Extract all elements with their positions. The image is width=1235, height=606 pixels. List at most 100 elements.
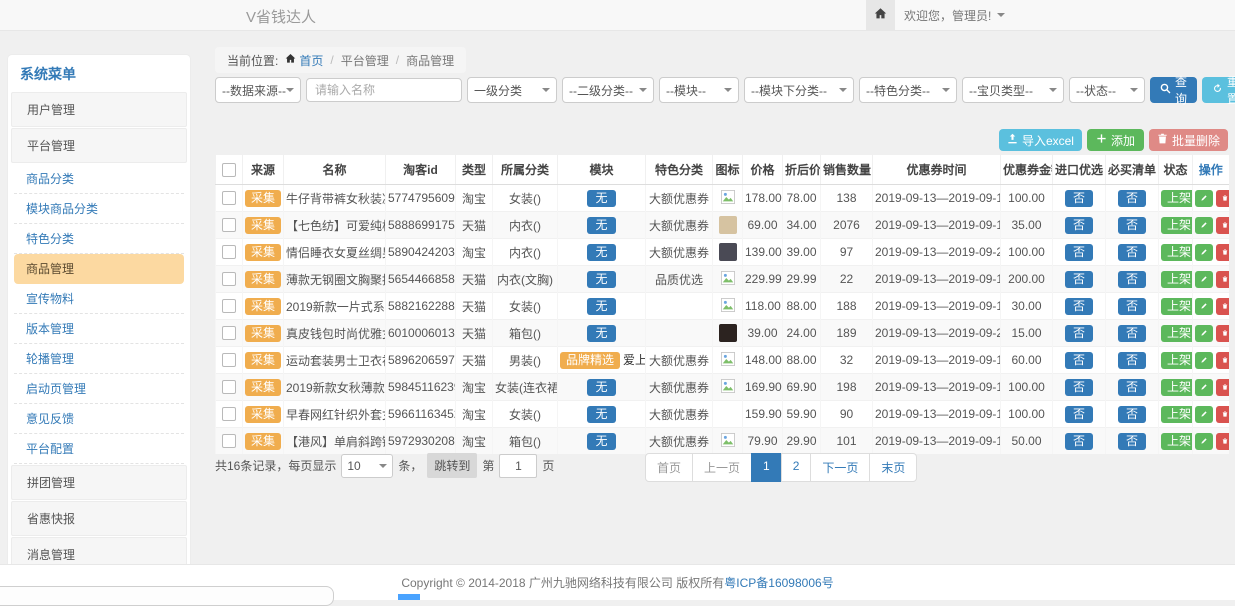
- sidebar-item-8[interactable]: 轮播管理: [14, 344, 184, 374]
- pagination-prev[interactable]: 上一页: [692, 453, 752, 482]
- batch-delete-button[interactable]: 批量删除: [1149, 129, 1228, 151]
- status-button[interactable]: 上架: [1161, 325, 1193, 342]
- row-checkbox[interactable]: [222, 191, 236, 205]
- must-buy-toggle[interactable]: 否: [1118, 271, 1146, 288]
- breadcrumb-item-platform[interactable]: 平台管理: [341, 52, 389, 69]
- sidebar-item-5[interactable]: 商品管理: [14, 254, 184, 284]
- sidebar-item-10[interactable]: 意见反馈: [14, 404, 184, 434]
- import-select-toggle[interactable]: 否: [1065, 379, 1093, 396]
- row-checkbox[interactable]: [222, 434, 236, 448]
- user-menu[interactable]: 欢迎您，管理员!: [904, 0, 1005, 30]
- filter-select-3[interactable]: --模块--: [659, 77, 739, 103]
- edit-button[interactable]: [1195, 325, 1213, 342]
- search-button[interactable]: 查询: [1150, 77, 1197, 103]
- pagination-next[interactable]: 下一页: [810, 453, 870, 482]
- must-buy-toggle[interactable]: 否: [1118, 217, 1146, 234]
- delete-button[interactable]: [1216, 298, 1229, 315]
- import-select-toggle[interactable]: 否: [1065, 271, 1093, 288]
- pagination-first[interactable]: 首页: [645, 453, 693, 482]
- delete-button[interactable]: [1216, 271, 1229, 288]
- reset-button[interactable]: 重置: [1202, 77, 1235, 103]
- status-button[interactable]: 上架: [1161, 379, 1193, 396]
- import-select-toggle[interactable]: 否: [1065, 325, 1093, 342]
- add-button[interactable]: 添加: [1087, 129, 1144, 151]
- sidebar-item-4[interactable]: 特色分类: [14, 224, 184, 254]
- import-select-toggle[interactable]: 否: [1065, 433, 1093, 450]
- filter-select-2[interactable]: --二级分类--: [562, 77, 654, 103]
- row-checkbox[interactable]: [222, 326, 236, 340]
- sidebar-item-12[interactable]: 拼团管理: [11, 465, 187, 500]
- edit-button[interactable]: [1195, 298, 1213, 315]
- filter-select-5[interactable]: --特色分类--: [859, 77, 957, 103]
- breadcrumb-home[interactable]: 首页: [285, 52, 323, 69]
- status-button[interactable]: 上架: [1161, 271, 1193, 288]
- import-select-toggle[interactable]: 否: [1065, 217, 1093, 234]
- row-checkbox[interactable]: [222, 218, 236, 232]
- icp-link[interactable]: 粤ICP备16098006号: [724, 574, 833, 591]
- breadcrumb-item-goods[interactable]: 商品管理: [406, 52, 454, 69]
- name-search-input[interactable]: [306, 78, 462, 102]
- sidebar-item-0[interactable]: 用户管理: [11, 92, 187, 127]
- sidebar-item-11[interactable]: 平台配置: [14, 434, 184, 464]
- select-all-checkbox[interactable]: [222, 163, 236, 177]
- row-checkbox[interactable]: [222, 407, 236, 421]
- status-button[interactable]: 上架: [1161, 190, 1193, 207]
- delete-button[interactable]: [1216, 352, 1229, 369]
- must-buy-toggle[interactable]: 否: [1118, 406, 1146, 423]
- row-checkbox[interactable]: [222, 245, 236, 259]
- row-checkbox[interactable]: [222, 380, 236, 394]
- edit-button[interactable]: [1195, 271, 1213, 288]
- page-size-select[interactable]: 10: [341, 454, 393, 478]
- row-checkbox[interactable]: [222, 272, 236, 286]
- home-button[interactable]: [866, 0, 895, 30]
- sidebar-item-6[interactable]: 宣传物料: [14, 284, 184, 314]
- edit-button[interactable]: [1195, 217, 1213, 234]
- import-select-toggle[interactable]: 否: [1065, 406, 1093, 423]
- row-checkbox[interactable]: [222, 299, 236, 313]
- edit-button[interactable]: [1195, 406, 1213, 423]
- status-button[interactable]: 上架: [1161, 433, 1193, 450]
- must-buy-toggle[interactable]: 否: [1118, 379, 1146, 396]
- sidebar-item-13[interactable]: 省惠快报: [11, 501, 187, 536]
- must-buy-toggle[interactable]: 否: [1118, 433, 1146, 450]
- status-button[interactable]: 上架: [1161, 352, 1193, 369]
- filter-select-6[interactable]: --宝贝类型--: [962, 77, 1064, 103]
- edit-button[interactable]: [1195, 244, 1213, 261]
- page-jump-input[interactable]: [499, 454, 537, 478]
- must-buy-toggle[interactable]: 否: [1118, 244, 1146, 261]
- delete-button[interactable]: [1216, 325, 1229, 342]
- sidebar-item-1[interactable]: 平台管理: [11, 128, 187, 163]
- sidebar-item-7[interactable]: 版本管理: [14, 314, 184, 344]
- sidebar-item-2[interactable]: 商品分类: [14, 164, 184, 194]
- edit-button[interactable]: [1195, 352, 1213, 369]
- delete-button[interactable]: [1216, 406, 1229, 423]
- sidebar-item-9[interactable]: 启动页管理: [14, 374, 184, 404]
- status-button[interactable]: 上架: [1161, 406, 1193, 423]
- must-buy-toggle[interactable]: 否: [1118, 352, 1146, 369]
- import-select-toggle[interactable]: 否: [1065, 298, 1093, 315]
- status-button[interactable]: 上架: [1161, 244, 1193, 261]
- must-buy-toggle[interactable]: 否: [1118, 325, 1146, 342]
- filter-select-4[interactable]: --模块下分类--: [744, 77, 854, 103]
- pagination-last[interactable]: 末页: [869, 453, 917, 482]
- import-select-toggle[interactable]: 否: [1065, 190, 1093, 207]
- import-select-toggle[interactable]: 否: [1065, 244, 1093, 261]
- edit-button[interactable]: [1195, 433, 1213, 450]
- delete-button[interactable]: [1216, 244, 1229, 261]
- delete-button[interactable]: [1216, 217, 1229, 234]
- edit-button[interactable]: [1195, 190, 1213, 207]
- status-button[interactable]: 上架: [1161, 298, 1193, 315]
- delete-button[interactable]: [1216, 190, 1229, 207]
- filter-select-0[interactable]: --数据来源--: [215, 77, 301, 103]
- import-select-toggle[interactable]: 否: [1065, 352, 1093, 369]
- sidebar-item-3[interactable]: 模块商品分类: [14, 194, 184, 224]
- filter-select-1[interactable]: 一级分类: [467, 77, 557, 103]
- delete-button[interactable]: [1216, 433, 1229, 450]
- filter-select-7[interactable]: --状态--: [1069, 77, 1145, 103]
- row-checkbox[interactable]: [222, 353, 236, 367]
- status-button[interactable]: 上架: [1161, 217, 1193, 234]
- jump-button[interactable]: 跳转到: [427, 453, 477, 478]
- must-buy-toggle[interactable]: 否: [1118, 190, 1146, 207]
- must-buy-toggle[interactable]: 否: [1118, 298, 1146, 315]
- pagination-page-2[interactable]: 2: [781, 453, 812, 482]
